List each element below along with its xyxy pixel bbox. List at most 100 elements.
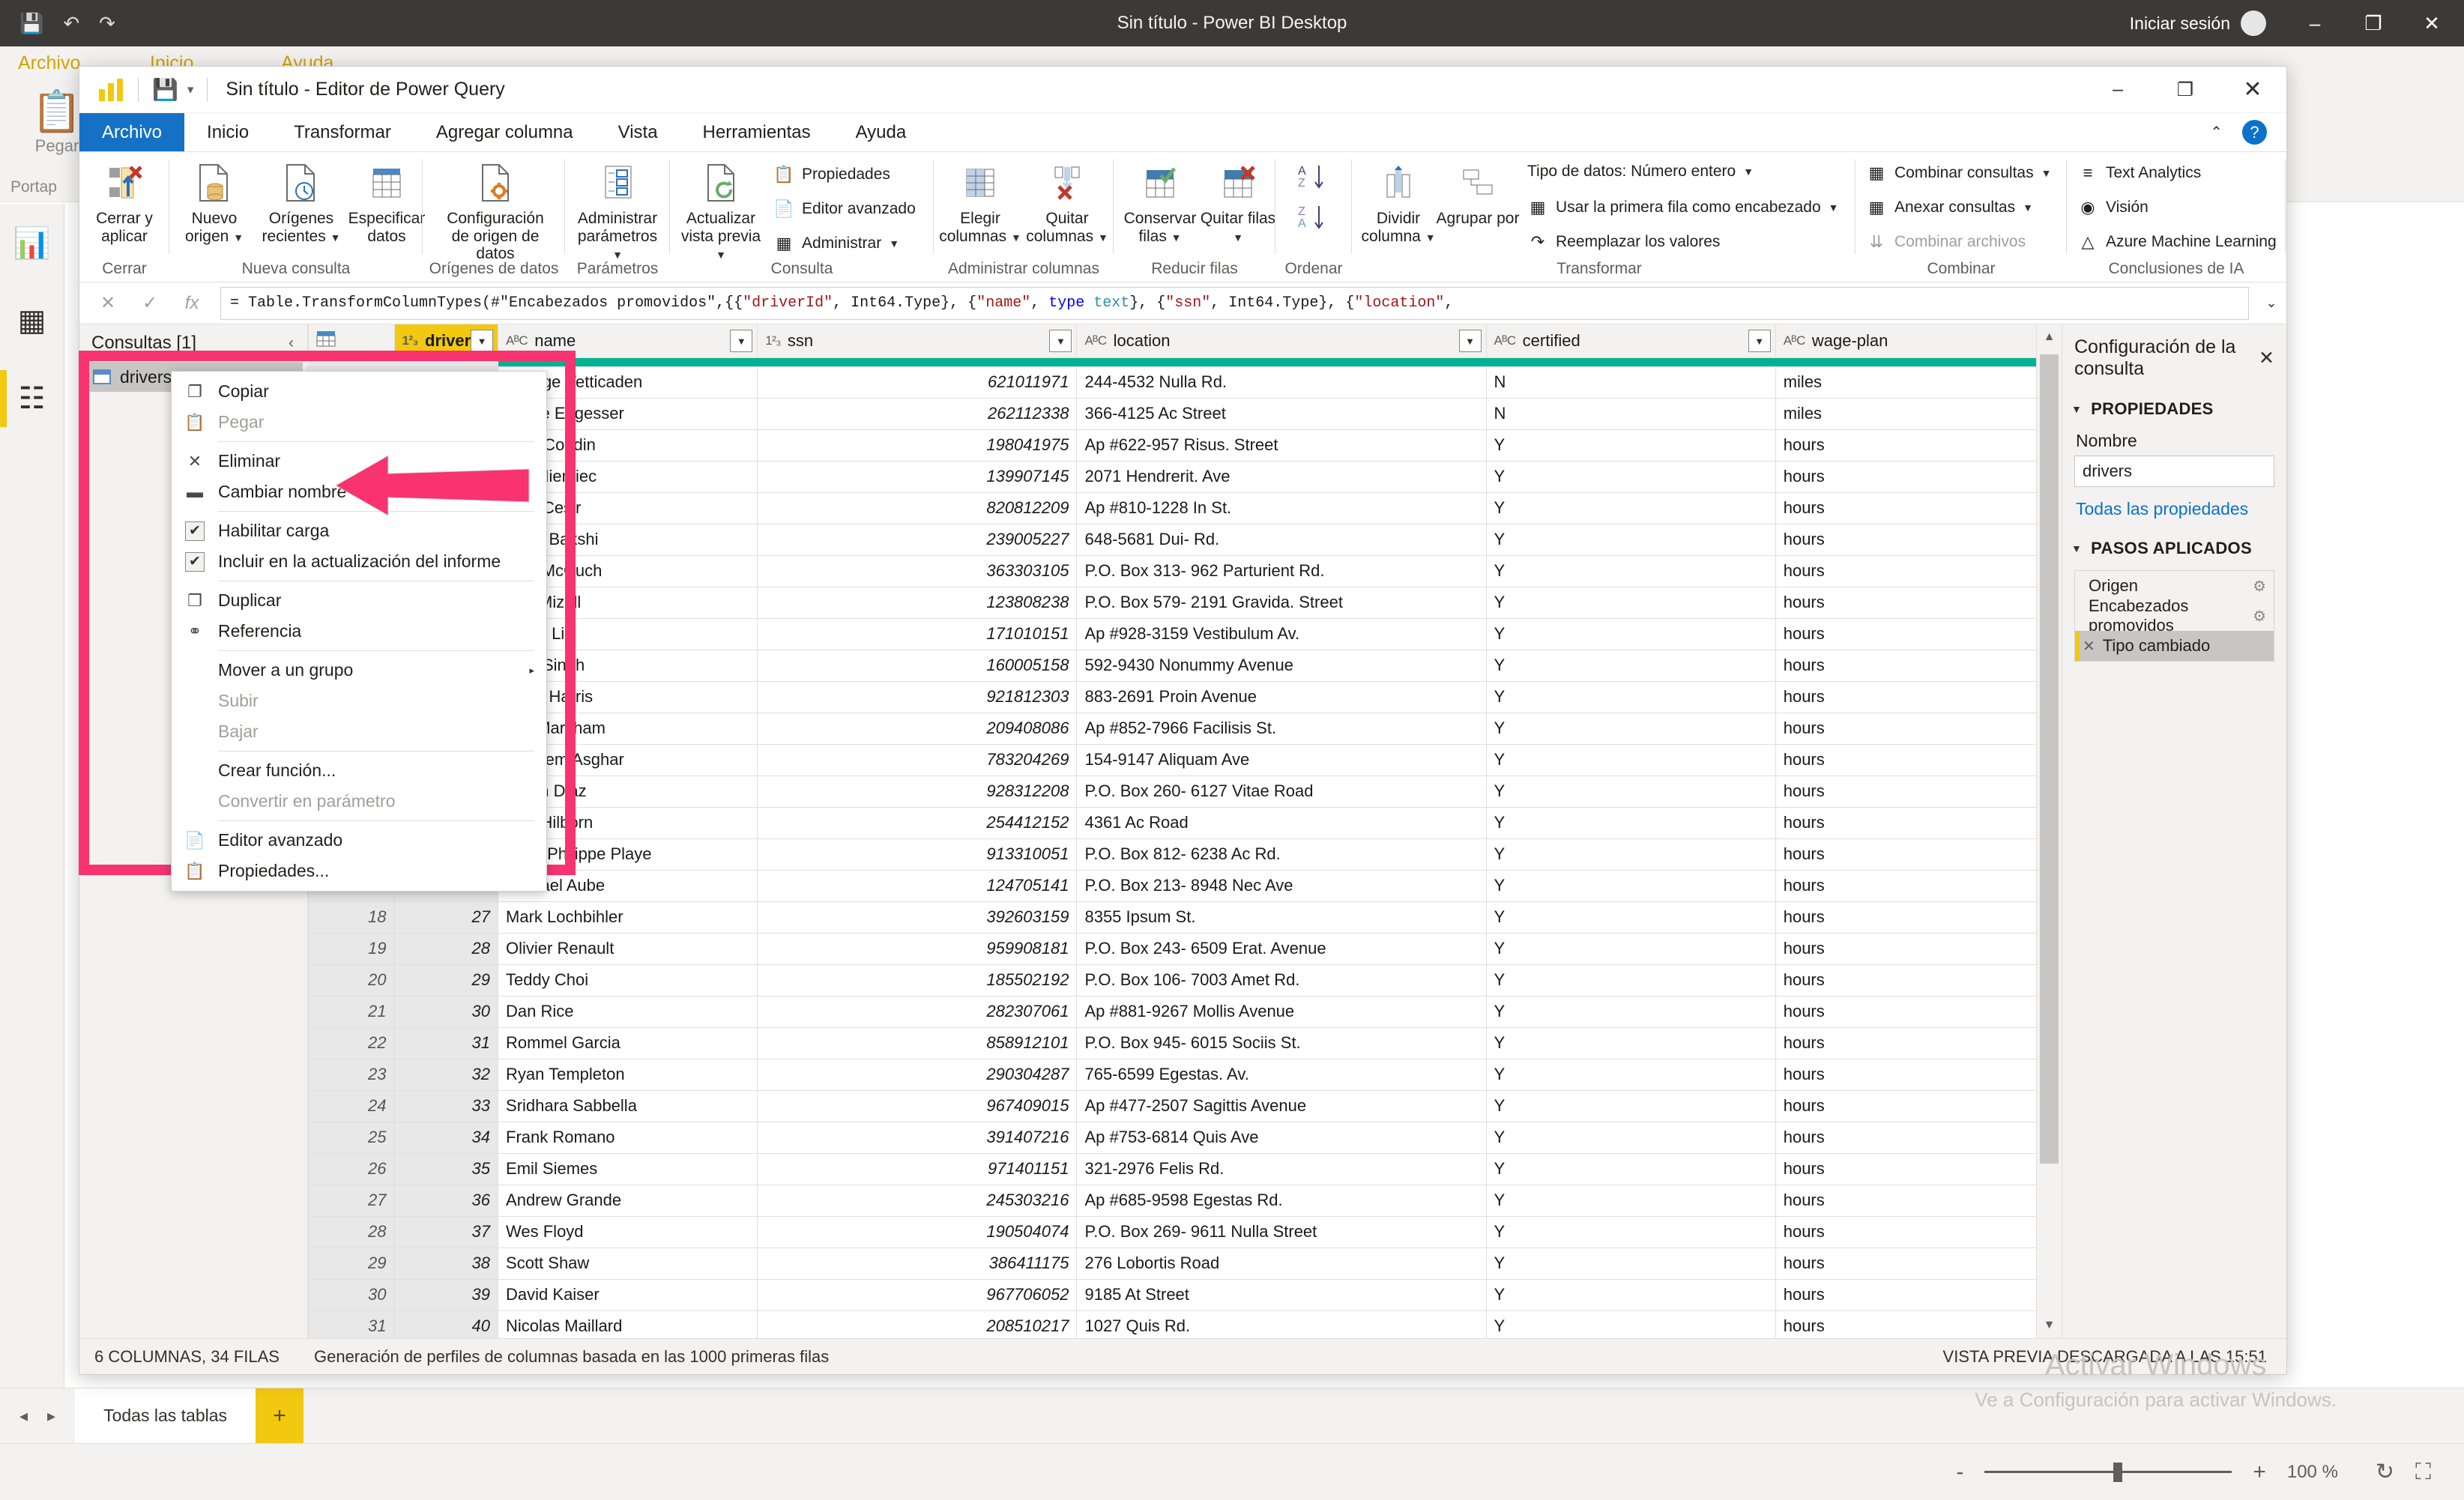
sort-za-button[interactable]: Z A bbox=[1296, 202, 1331, 241]
menu-item-duplicar[interactable]: ❐ Duplicar bbox=[172, 585, 546, 616]
text-analytics-button[interactable]: ≡ Text Analytics bbox=[2077, 163, 2202, 184]
use-first-row-as-header-button[interactable]: ▦ Usar la primera fila como encabezado ▼ bbox=[1527, 197, 1839, 218]
formula-accept-button[interactable]: ✓ bbox=[129, 286, 171, 321]
page-prev-icon[interactable]: ◂ bbox=[19, 1406, 28, 1426]
grid-vertical-scrollbar[interactable]: ▲ ▼ bbox=[2036, 324, 2062, 1338]
keep-rows-button[interactable]: Conservar filas ▼ bbox=[1117, 158, 1204, 245]
tab-ayuda[interactable]: Ayuda bbox=[833, 113, 929, 151]
table-row[interactable]: 12Paul Coddin198041975Ap #622-957 Risus.… bbox=[308, 429, 2062, 462]
reset-zoom-icon[interactable]: ↻ bbox=[2376, 1459, 2394, 1485]
menu-item-propiedades[interactable]: 📋 Propiedades... bbox=[172, 856, 546, 886]
column-filter-dropdown-location[interactable]: ▼ bbox=[1458, 330, 1482, 352]
applied-step-encabezados-promovidos[interactable]: Encabezados promovidos ⚙ bbox=[2075, 596, 2274, 635]
query-name-input[interactable]: drivers bbox=[2074, 456, 2274, 487]
zoom-out-button[interactable]: - bbox=[1956, 1460, 1963, 1485]
formula-input[interactable]: = Table.TransformColumnTypes(#"Encabezad… bbox=[220, 286, 2249, 320]
merge-queries-button[interactable]: ▦ Combinar consultas ▼ bbox=[1866, 163, 2052, 184]
sort-az-button[interactable]: A Z bbox=[1296, 161, 1331, 200]
column-header-driverid[interactable]: 1²₃ driverId ▼ bbox=[393, 324, 499, 358]
data-preview-grid[interactable]: 1²₃ driverId ▼ AᴮC name ▼ 1²₃ ssn ▼ AᴮC lo bbox=[308, 324, 2062, 1338]
all-properties-link[interactable]: Todas las propiedades bbox=[2062, 487, 2286, 519]
gear-icon[interactable]: ⚙ bbox=[2253, 577, 2266, 596]
column-header-location[interactable]: AᴮC location ▼ bbox=[1076, 324, 1487, 358]
checkbox[interactable]: ✔ bbox=[185, 551, 205, 572]
table-row[interactable]: 13Joe Niemiec1399071452071 Hendrerit. Av… bbox=[308, 460, 2062, 493]
formula-cancel-button[interactable]: ✕ bbox=[87, 286, 129, 321]
scroll-down-icon[interactable]: ▼ bbox=[2037, 1313, 2062, 1338]
column-header-ssn[interactable]: 1²₃ ssn ▼ bbox=[757, 324, 1078, 358]
zoom-slider-thumb[interactable] bbox=[2113, 1463, 2122, 1482]
chevron-down-icon[interactable]: ▼ bbox=[1098, 232, 1108, 244]
chevron-down-icon[interactable]: ▼ bbox=[612, 249, 623, 261]
manage-parameters-button[interactable]: Administrar parámetros ▼ bbox=[574, 158, 661, 263]
table-row[interactable]: 21 30 Dan Rice 282307061 Ap #881-9267 Mollis… bbox=[308, 995, 2062, 1028]
table-row[interactable]: 23Adam Diaz928312208P.O. Box 260- 6127 V… bbox=[308, 775, 2062, 808]
column-header-certified[interactable]: AᴮC certified ▼ bbox=[1485, 324, 1776, 358]
column-header-name[interactable]: AᴮC name ▼ bbox=[498, 324, 758, 358]
table-row[interactable]: 17Eric Mizell123808238P.O. Box 579- 2191… bbox=[308, 586, 2062, 619]
data-source-settings-button[interactable]: Configuración de origen de datos bbox=[443, 158, 548, 263]
help-icon[interactable]: ? bbox=[2242, 120, 2267, 145]
page-tab-arrows[interactable]: ◂ ▸ bbox=[0, 1406, 75, 1426]
table-row[interactable]: 21Jeff Markham209408086Ap #852-7966 Faci… bbox=[308, 712, 2062, 745]
table-row[interactable]: 28 37 Wes Floyd 190504074 P.O. Box 269- 9611… bbox=[308, 1215, 2062, 1248]
redo-icon[interactable]: ↷ bbox=[99, 13, 115, 33]
triangle-expanded-icon[interactable]: ▼ bbox=[2071, 403, 2082, 415]
chevron-down-icon[interactable]: ▼ bbox=[1171, 232, 1182, 244]
sidebar-item-report-view[interactable]: 📊 bbox=[0, 204, 64, 282]
page-tab-all-tables[interactable]: Todas las tablas bbox=[75, 1388, 256, 1444]
enter-data-button[interactable]: Especificar datos bbox=[343, 158, 430, 245]
table-row[interactable]: 20Chris Harris921812303883-2691 Proin Av… bbox=[308, 680, 2062, 713]
column-filter-dropdown-driverid[interactable]: ▼ bbox=[471, 330, 494, 352]
zoom-slider[interactable] bbox=[1984, 1463, 2232, 1482]
menu-item-copiar[interactable]: ❐ Copiar bbox=[172, 376, 546, 407]
menu-item-mover-a-un-grupo[interactable]: Mover a un grupo ▸ bbox=[172, 655, 546, 686]
chevron-down-icon[interactable]: ▼ bbox=[1233, 232, 1243, 244]
remove-columns-button[interactable]: Quitar columnas ▼ bbox=[1024, 158, 1111, 245]
table-row[interactable]: 18Grant Liu171010151Ap #928-3159 Vestibu… bbox=[308, 617, 2062, 650]
column-header-wage-plan[interactable]: AᴮCwage-plan ▼ bbox=[1775, 324, 2062, 358]
azure-ml-button[interactable]: △ Azure Machine Learning bbox=[2077, 232, 2277, 252]
menu-item-crear-funci-n[interactable]: Crear función... bbox=[172, 755, 546, 786]
table-row[interactable]: 18 27 Mark Lochbihler 392603159 8355 Ipsum S… bbox=[308, 901, 2062, 934]
column-filter-dropdown-ssn[interactable]: ▼ bbox=[1049, 330, 1072, 352]
choose-columns-button[interactable]: Elegir columnas ▼ bbox=[937, 158, 1024, 245]
table-row[interactable]: 29 38 Scott Shaw 386411175 276 Lobortis Road… bbox=[308, 1247, 2062, 1280]
scrollbar-thumb[interactable] bbox=[2040, 354, 2059, 1164]
properties-button[interactable]: 📋 Propiedades bbox=[773, 164, 890, 185]
close-icon[interactable]: ✕ bbox=[2259, 347, 2274, 369]
manage-button[interactable]: ▦ Administrar ▼ bbox=[773, 233, 899, 254]
formula-expand-icon[interactable]: ⌄ bbox=[2256, 295, 2286, 311]
table-row[interactable]: 25 34 Frank Romano 391407216 Ap #753-6814 Qu… bbox=[308, 1121, 2062, 1154]
chevron-down-icon[interactable]: ▼ bbox=[233, 232, 244, 244]
save-icon[interactable]: 💾 bbox=[19, 13, 43, 33]
query-context-menu[interactable]: ❐ Copiar 📋 Pegar ✕ Eliminar ▬ Cambiar nombre ✔ Ha… bbox=[171, 371, 547, 892]
gear-icon[interactable]: ⚙ bbox=[2253, 607, 2266, 626]
table-row[interactable]: 1524Don Hilborn2544121524361 Ac RoadYhou… bbox=[308, 806, 2062, 839]
chevron-down-icon[interactable]: ▼ bbox=[1829, 202, 1839, 214]
chevron-down-icon[interactable]: ▼ bbox=[889, 238, 899, 250]
table-row[interactable]: 22 31 Rommel Garcia 858912101 P.O. Box 945- … bbox=[308, 1026, 2062, 1059]
properties-section-header[interactable]: ▼ PROPIEDADES bbox=[2062, 380, 2286, 425]
table-row[interactable]: 1726Michael Aube124705141P.O. Box 213- 8… bbox=[308, 869, 2062, 902]
triangle-expanded-icon[interactable]: ▼ bbox=[2071, 542, 2082, 554]
table-row[interactable]: 11Jamie Engesser262112338366-4125 Ac Str… bbox=[308, 397, 2062, 430]
chevron-down-icon[interactable]: ▼ bbox=[2023, 202, 2033, 214]
tab-transformar[interactable]: Transformar bbox=[271, 113, 414, 151]
sidebar-item-model-view[interactable]: ☷ bbox=[0, 360, 64, 438]
recent-sources-button[interactable]: Orígenes recientes ▼ bbox=[258, 158, 345, 245]
formula-fx-icon[interactable]: fx bbox=[171, 286, 213, 321]
undo-icon[interactable]: ↶ bbox=[63, 13, 79, 33]
column-filter-dropdown-name[interactable]: ▼ bbox=[730, 330, 753, 352]
tab-inicio[interactable]: Inicio bbox=[184, 113, 271, 151]
remove-rows-button[interactable]: Quitar filas ▼ bbox=[1195, 158, 1281, 245]
table-row[interactable]: 16Tom McCuch363303105P.O. Box 313- 962 P… bbox=[308, 554, 2062, 587]
new-source-button[interactable]: Nuevo origen ▼ bbox=[171, 158, 258, 245]
add-page-button[interactable]: + bbox=[256, 1388, 304, 1444]
menu-item-referencia[interactable]: ⚭ Referencia bbox=[172, 616, 546, 647]
table-row[interactable]: 22Nadeem Asghar783204269154-9147 Aliquam… bbox=[308, 743, 2062, 776]
menu-item-cambiar-nombre[interactable]: ▬ Cambiar nombre bbox=[172, 477, 546, 507]
table-row[interactable]: 27 36 Andrew Grande 245303216 Ap #685-9598 E… bbox=[308, 1184, 2062, 1217]
table-row[interactable]: 31 40 Nicolas Maillard 208510217 1027 Quis R… bbox=[308, 1310, 2062, 1338]
chevron-left-icon[interactable]: ‹ bbox=[289, 334, 294, 352]
